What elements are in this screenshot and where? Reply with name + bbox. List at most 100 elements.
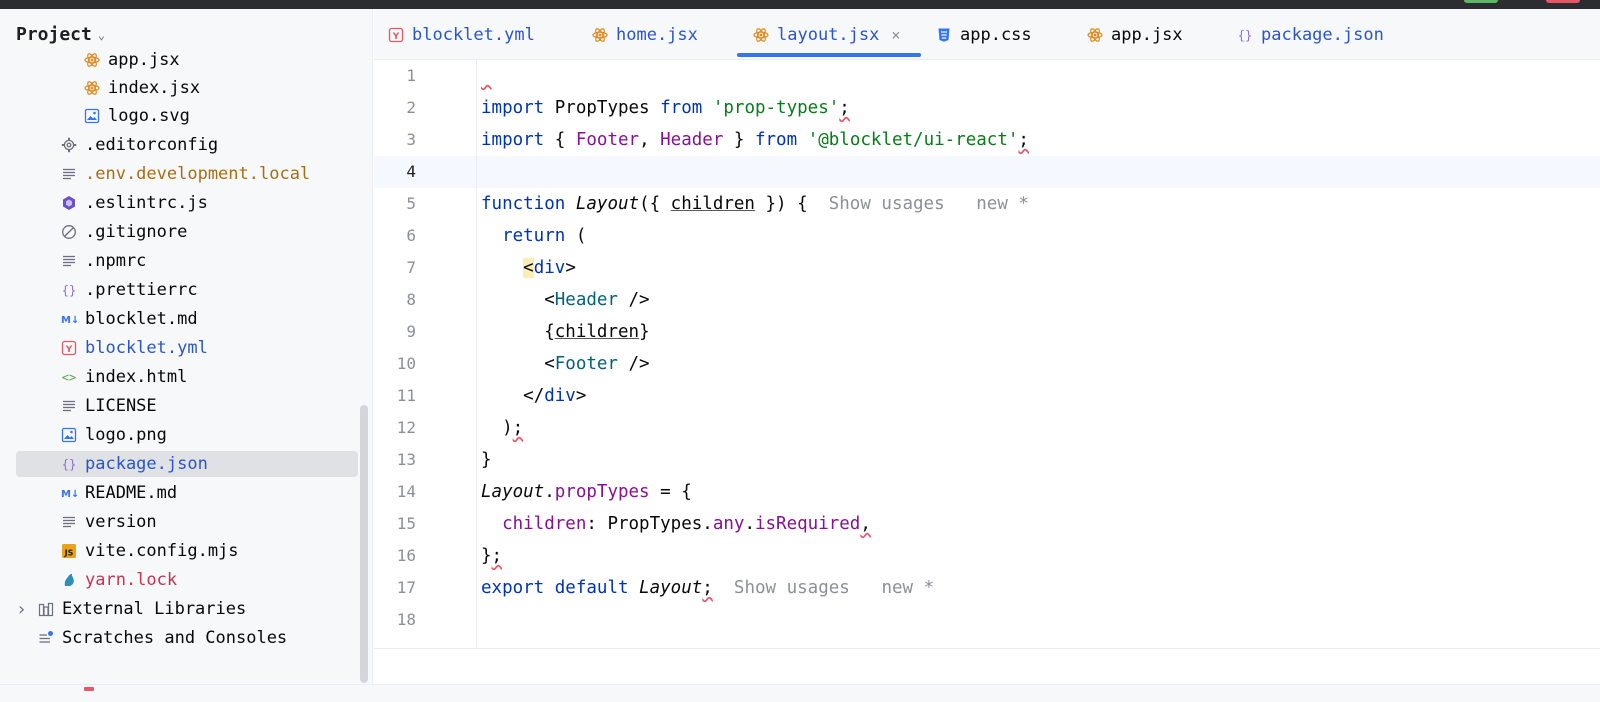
string-literal: '@blocklet/ui-react' (807, 130, 1019, 150)
tab-label: home.jsx (616, 24, 698, 45)
tab-home-jsx[interactable]: home.jsx (592, 9, 698, 60)
line-number[interactable]: 8 (376, 284, 416, 316)
code-editor[interactable]: 1 2 3 4 5 6 7 8 9 10 11 12 13 14 15 16 17 18 import PropT… (374, 60, 1600, 648)
line-number[interactable]: 11 (376, 380, 416, 412)
tree-item-package-json[interactable]: {} package.json (16, 451, 358, 477)
project-title: Project (16, 23, 92, 45)
tag-bracket: < (523, 258, 534, 278)
tag-bracket: /> (617, 354, 650, 374)
chevron-right-icon[interactable]: › (16, 599, 27, 620)
tree-item-license[interactable]: LICENSE (61, 393, 157, 419)
react-icon (592, 27, 608, 43)
tree-item-logo-png[interactable]: logo.png (61, 422, 167, 448)
svg-text:M↓: M↓ (61, 315, 77, 326)
tab-blocklet-yml[interactable]: Yblocklet.yml (388, 9, 535, 60)
line-number[interactable]: 2 (376, 92, 416, 124)
vcs-new-hint[interactable]: new * (881, 578, 934, 598)
tree-item-editorconfig[interactable]: .editorconfig (61, 132, 218, 158)
tree-item-app-jsx[interactable]: app.jsx (84, 47, 180, 73)
tree-item-label: package.json (85, 454, 208, 474)
vcs-new-hint[interactable]: new * (976, 194, 1029, 214)
markdown-icon: M↓ (61, 485, 77, 501)
close-icon[interactable]: × (891, 26, 900, 44)
semicolon: ; (702, 578, 713, 598)
line-number[interactable]: 6 (376, 220, 416, 252)
code-line-3: import { Footer, Header } from '@blockle… (481, 124, 1029, 156)
tree-item-prettierrc[interactable]: {} .prettierrc (61, 277, 198, 303)
tree-item-yarn-lock[interactable]: yarn.lock (61, 567, 177, 593)
project-view-selector[interactable]: Project ⌄ (16, 23, 105, 45)
stop-button-edge[interactable] (1546, 0, 1580, 3)
code-line-2: import PropTypes from 'prop-types'; (481, 92, 850, 124)
component-name: Footer (554, 354, 618, 374)
tab-app-css[interactable]: app.css (936, 9, 1032, 60)
tree-item-gitignore[interactable]: .gitignore (61, 219, 187, 245)
tab-label: app.css (960, 24, 1032, 45)
run-button-edge[interactable] (1464, 0, 1498, 3)
line-number[interactable]: 3 (376, 124, 416, 156)
tree-item-label: .prettierrc (85, 280, 198, 300)
tree-item-index-jsx[interactable]: index.jsx (84, 75, 200, 101)
tab-package-json[interactable]: {} package.json (1237, 9, 1384, 60)
tree-item-label: logo.png (85, 425, 167, 445)
tab-app-jsx[interactable]: app.jsx (1087, 9, 1183, 60)
tree-scrollbar[interactable] (360, 405, 368, 683)
tree-item-external-libraries[interactable]: › External Libraries (16, 596, 246, 622)
code-line-11: </div> (481, 380, 586, 412)
code-line-10: <Footer /> (481, 348, 650, 380)
property: isRequired (754, 514, 861, 534)
code-line-15: children: PropTypes.any.isRequired, (481, 508, 871, 540)
problems-icon[interactable] (84, 687, 94, 691)
tree-item-env-development-local[interactable]: .env.development.local (61, 161, 310, 187)
punctuation: . (544, 482, 555, 502)
show-usages-hint[interactable]: Show usages (734, 578, 850, 598)
line-number[interactable]: 5 (376, 188, 416, 220)
show-usages-hint[interactable]: Show usages (829, 194, 945, 214)
punctuation: } (481, 450, 492, 470)
identifier: children (554, 322, 640, 342)
tree-item-label: LICENSE (85, 396, 157, 416)
line-number[interactable]: 12 (376, 412, 416, 444)
keyword: return (502, 226, 566, 246)
tree-item-label: README.md (85, 483, 178, 503)
line-number[interactable]: 17 (376, 572, 416, 604)
line-number[interactable]: 1 (376, 60, 416, 92)
tag-bracket: < (544, 290, 555, 310)
line-number[interactable]: 18 (376, 604, 416, 636)
tree-item-readme-md[interactable]: M↓ README.md (61, 480, 177, 506)
tab-label: layout.jsx (777, 24, 880, 45)
tree-item-label: .env.development.local (85, 164, 311, 184)
react-icon (1087, 27, 1103, 43)
code-line-14: Layout.propTypes = { (481, 476, 692, 508)
line-number[interactable]: 4 (376, 156, 416, 188)
line-number[interactable]: 7 (376, 252, 416, 284)
tree-item-label: index.jsx (108, 78, 201, 98)
line-number[interactable]: 15 (376, 508, 416, 540)
line-number[interactable]: 14 (376, 476, 416, 508)
tree-item-vite-config-mjs[interactable]: JS vite.config.mjs (61, 538, 239, 564)
punctuation: } (639, 322, 650, 342)
tree-item-scratches-and-consoles[interactable]: Scratches and Consoles (38, 625, 287, 651)
tree-item-blocklet-md[interactable]: M↓ blocklet.md (61, 306, 198, 332)
yarn-icon (61, 572, 77, 588)
ignore-icon (61, 224, 77, 240)
tree-item-index-html[interactable]: <> index.html (61, 364, 188, 390)
library-icon (38, 601, 54, 617)
project-tool-window: Project ⌄ app.jsx index.jsx logo.svg .edit… (0, 9, 373, 687)
line-number[interactable]: 13 (376, 444, 416, 476)
tree-item-npmrc[interactable]: .npmrc (61, 248, 146, 274)
scratches-icon (38, 630, 54, 646)
yaml-icon: Y (388, 27, 404, 43)
tree-item-logo-svg[interactable]: logo.svg (84, 103, 190, 129)
line-number[interactable]: 16 (376, 540, 416, 572)
line-number[interactable]: 10 (376, 348, 416, 380)
tree-item-label: vite.config.mjs (85, 541, 239, 561)
tree-item-eslintrc-js[interactable]: .eslintrc.js (61, 190, 208, 216)
yaml-icon: Y (61, 340, 77, 356)
semicolon: ; (491, 546, 503, 566)
code-line-12: ); (481, 412, 523, 444)
tree-item-version[interactable]: version (61, 509, 157, 535)
line-number[interactable]: 9 (376, 316, 416, 348)
tree-item-blocklet-yml[interactable]: Yblocklet.yml (61, 335, 208, 361)
svg-text:M↓: M↓ (61, 489, 77, 500)
